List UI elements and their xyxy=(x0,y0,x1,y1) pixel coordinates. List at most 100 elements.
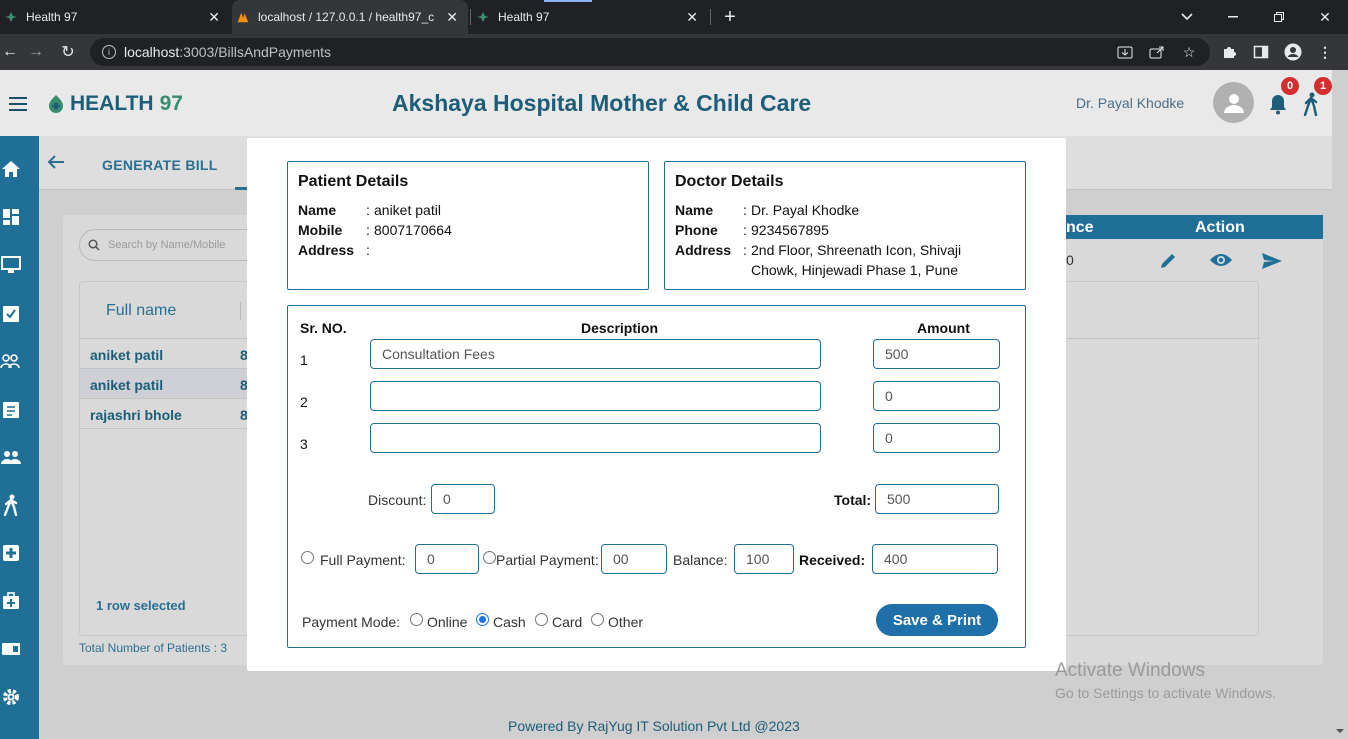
received-input[interactable]: 400 xyxy=(872,544,998,574)
url-path: :3003/BillsAndPayments xyxy=(179,44,332,60)
tab-generate-bill[interactable]: GENERATE BILL xyxy=(102,157,218,173)
colon: : xyxy=(366,242,370,258)
home-icon[interactable] xyxy=(0,158,22,180)
item-description-input[interactable] xyxy=(370,381,821,411)
doctor-details-title: Doctor Details xyxy=(675,173,784,190)
item-sr-number: 1 xyxy=(300,352,308,368)
discount-label: Discount: xyxy=(368,492,427,508)
phpmyadmin-favicon-icon xyxy=(236,10,250,24)
hamburger-menu-icon[interactable] xyxy=(9,97,27,111)
notification-count-badge: 0 xyxy=(1281,77,1299,95)
item-description-input[interactable]: Consultation Fees xyxy=(370,339,821,369)
payment-mode-cash-radio[interactable] xyxy=(476,613,489,626)
payment-mode-online-radio[interactable] xyxy=(410,613,423,626)
item-amount-input[interactable]: 0 xyxy=(873,381,1000,411)
group-icon[interactable] xyxy=(0,350,22,372)
avatar[interactable] xyxy=(1213,82,1254,123)
bookmark-star-icon[interactable]: ☆ xyxy=(1180,43,1198,61)
assignment-icon[interactable] xyxy=(0,398,22,420)
medical-plus-icon[interactable] xyxy=(0,542,22,564)
partial-payment-input[interactable]: 00 xyxy=(601,544,667,574)
balance-input[interactable]: 100 xyxy=(734,544,794,574)
people-icon[interactable] xyxy=(0,446,22,468)
partial-payment-radio[interactable] xyxy=(483,551,496,564)
page-scrollbar[interactable] xyxy=(1332,136,1348,739)
clipboard-check-icon[interactable] xyxy=(0,302,22,324)
forward-arrow-icon[interactable]: → xyxy=(26,42,46,62)
payment-mode-other-label: Other xyxy=(608,614,644,630)
settings-gear-icon[interactable] xyxy=(0,686,22,708)
item-description-input[interactable] xyxy=(370,423,821,453)
send-icon[interactable] xyxy=(1261,252,1283,275)
reload-icon[interactable]: ↻ xyxy=(58,42,78,62)
item-amount-input[interactable]: 0 xyxy=(873,423,1000,453)
address-bar[interactable]: i localhost:3003/BillsAndPayments xyxy=(90,38,1210,66)
colon: : xyxy=(366,202,370,218)
discount-input[interactable]: 0 xyxy=(431,484,495,514)
browser-tab-health97-2[interactable]: Health 97 ✕ xyxy=(472,0,708,34)
total-label: Total: xyxy=(834,492,872,508)
full-payment-input[interactable]: 0 xyxy=(415,544,479,574)
patient-address-label: Address xyxy=(298,242,355,258)
back-arrow-icon[interactable] xyxy=(47,154,65,175)
item-amount-input[interactable]: 500 xyxy=(873,339,1000,369)
health97-favicon-icon xyxy=(4,10,18,24)
view-eye-icon[interactable] xyxy=(1209,252,1233,273)
profile-icon[interactable] xyxy=(1284,43,1302,61)
card-icon[interactable] xyxy=(0,638,22,660)
edit-pencil-icon[interactable] xyxy=(1158,251,1178,276)
received-label: Received: xyxy=(799,552,866,568)
balance-cell: 0 xyxy=(1066,252,1074,268)
bill-modal: Patient Details Name : aniket patil Mobi… xyxy=(247,138,1066,671)
browser-tab-health97-1[interactable]: Health 97 ✕ xyxy=(0,0,230,34)
restore-icon[interactable] xyxy=(1256,0,1302,34)
minimize-icon[interactable] xyxy=(1210,0,1256,34)
column-header-description: Description xyxy=(581,320,659,336)
hospital-name: Akshaya Hospital Mother & Child Care xyxy=(392,90,812,116)
bill-items-box: Sr. NO. Description Amount 1 Consultatio… xyxy=(287,305,1026,648)
save-and-print-button[interactable]: Save & Print xyxy=(876,604,998,636)
walk-icon[interactable] xyxy=(0,494,22,516)
logged-in-doctor-name[interactable]: Dr. Payal Khodke xyxy=(1076,95,1184,111)
browser-toolbar: ← → ↻ i localhost:3003/BillsAndPayments … xyxy=(0,34,1348,70)
browser-menu-kebab-icon[interactable]: ⋮ xyxy=(1316,43,1334,61)
payment-mode-online-label: Online xyxy=(427,614,468,630)
column-divider xyxy=(240,302,241,320)
install-app-icon[interactable] xyxy=(1116,43,1134,61)
colon: : xyxy=(743,222,747,238)
new-tab-plus-icon[interactable]: + xyxy=(707,0,753,34)
window-close-icon[interactable]: ✕ xyxy=(1302,0,1348,34)
medical-bag-icon[interactable] xyxy=(0,590,22,612)
doctor-address-label: Address xyxy=(675,242,732,258)
close-icon[interactable]: ✕ xyxy=(686,9,698,26)
tab-title: localhost / 127.0.0.1 / health97_c xyxy=(258,10,434,24)
payment-mode-other-radio[interactable] xyxy=(591,613,604,626)
browser-tab-strip: Health 97 ✕ localhost / 127.0.0.1 / heal… xyxy=(0,0,1348,34)
dashboard-icon[interactable] xyxy=(0,206,22,228)
full-payment-radio[interactable] xyxy=(301,551,314,564)
browser-tab-phpmyadmin[interactable]: localhost / 127.0.0.1 / health97_c ✕ xyxy=(232,0,468,34)
back-arrow-icon[interactable]: ← xyxy=(0,42,20,62)
logo-word: HEALTH xyxy=(70,92,154,115)
side-panel-icon[interactable] xyxy=(1252,43,1270,61)
notification-bell-icon[interactable] xyxy=(1268,93,1288,120)
walking-person-icon[interactable] xyxy=(1302,92,1320,121)
patient-name: aniket patil xyxy=(90,347,164,363)
url-host: localhost xyxy=(124,44,180,60)
monitor-icon[interactable] xyxy=(0,254,22,276)
patient-mobile-label: Mobile xyxy=(298,222,343,238)
patient-mobile-value: 8007170664 xyxy=(374,222,452,238)
app-logo[interactable]: HEALTH 97 xyxy=(46,92,183,116)
close-icon[interactable]: ✕ xyxy=(208,9,220,26)
close-icon[interactable]: ✕ xyxy=(446,9,458,26)
share-icon[interactable] xyxy=(1148,43,1166,61)
payment-mode-card-radio[interactable] xyxy=(535,613,548,626)
item-sr-number: 3 xyxy=(300,436,308,452)
column-header-full-name: Full name xyxy=(106,302,177,319)
extensions-puzzle-icon[interactable] xyxy=(1220,43,1238,61)
tab-search-chevron-icon[interactable] xyxy=(1164,0,1210,34)
total-input[interactable]: 500 xyxy=(875,484,999,514)
scroll-down-arrow-icon[interactable] xyxy=(1332,726,1348,736)
tab-title: Health 97 xyxy=(26,10,78,24)
site-info-icon[interactable]: i xyxy=(102,45,116,59)
